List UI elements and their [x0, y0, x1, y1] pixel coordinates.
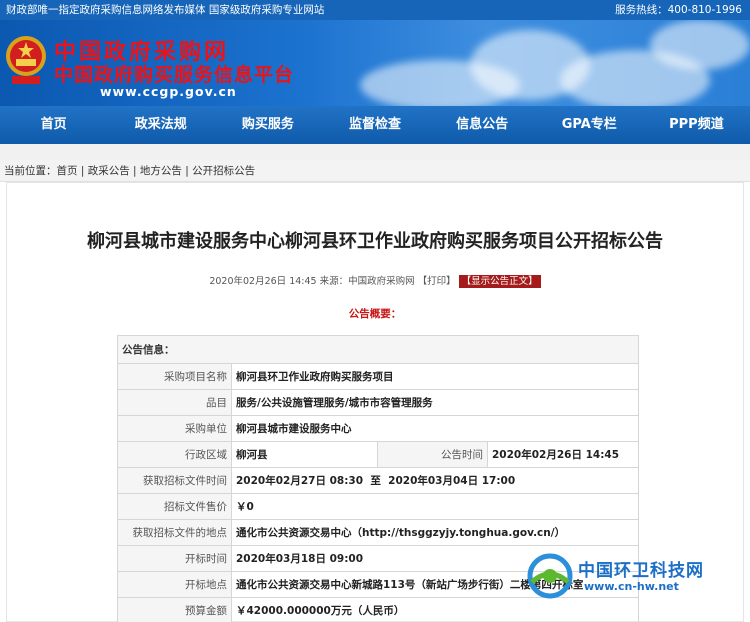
- value-category: 服务/公共设施管理服务/城市市容管理服务: [231, 389, 639, 416]
- table-row: 获取招标文件的地点 通化市公共资源交易中心（http://thsggzyjy.t…: [117, 519, 639, 546]
- nav-announcements[interactable]: 信息公告: [429, 106, 536, 144]
- value-doc-price: ￥0: [231, 493, 639, 520]
- table-row: 采购单位 柳河县城市建设服务中心: [117, 415, 639, 442]
- nav-purchase-services[interactable]: 购买服务: [214, 106, 321, 144]
- table-row: 采购项目名称 柳河县环卫作业政府购买服务项目: [117, 363, 639, 390]
- label-publish-time: 公告时间: [377, 441, 488, 468]
- table-row: 招标文件售价 ￥0: [117, 493, 639, 520]
- article-meta: 2020年02月26日 14:45 来源：中国政府采购网 【打印】 【显示公告正…: [7, 273, 743, 288]
- service-hotline: 服务热线：400-810-1996: [615, 4, 742, 16]
- label-budget: 预算金额: [117, 597, 232, 622]
- nav-ppp[interactable]: PPP频道: [643, 106, 750, 144]
- main-nav: 首页 政采法规 购买服务 监督检查 信息公告 GPA专栏 PPP频道: [0, 106, 750, 144]
- show-body-button[interactable]: 【显示公告正文】: [458, 275, 541, 288]
- table-row: 获取招标文件时间 2020年02月27日 08:30 至 2020年03月04日…: [117, 467, 639, 494]
- site-logo-subtitle: 中国政府购买服务信息平台: [54, 64, 295, 86]
- summary-label: 公告概要：: [348, 308, 402, 320]
- table-row: 品目 服务/公共设施管理服务/城市市容管理服务: [117, 389, 639, 416]
- site-banner: 中国政府采购网 中国政府购买服务信息平台 www.ccgp.gov.cn: [0, 20, 750, 106]
- globe-logo-icon: [527, 553, 573, 599]
- nav-supervision[interactable]: 监督检查: [321, 106, 428, 144]
- label-purchaser: 采购单位: [117, 415, 232, 442]
- label-doc-price: 招标文件售价: [117, 493, 232, 520]
- top-slogan: 财政部唯一指定政府采购信息网络发布媒体 国家级政府采购专业网站: [6, 4, 325, 16]
- value-doc-place[interactable]: 通化市公共资源交易中心（http://thsggzyjy.tonghua.gov…: [231, 519, 639, 546]
- page-title: 柳河县城市建设服务中心柳河县环卫作业政府购买服务项目公开招标公告: [87, 231, 663, 252]
- label-open-time: 开标时间: [117, 545, 232, 572]
- value-project-name: 柳河县环卫作业政府购买服务项目: [231, 363, 639, 390]
- value-purchaser: 柳河县城市建设服务中心: [231, 415, 639, 442]
- label-category: 品目: [117, 389, 232, 416]
- nav-home[interactable]: 首页: [0, 106, 107, 144]
- national-emblem-icon: [6, 36, 46, 84]
- info-header: 公告信息：: [117, 335, 639, 364]
- label-project-name: 采购项目名称: [117, 363, 232, 390]
- watermark-url: www.cn-hw.net: [584, 580, 679, 593]
- value-publish-time: 2020年02月26日 14:45: [487, 441, 639, 468]
- label-open-place: 开标地点: [117, 571, 232, 598]
- label-doc-place: 获取招标文件的地点: [117, 519, 232, 546]
- site-url: www.ccgp.gov.cn: [100, 84, 237, 99]
- value-region: 柳河县: [231, 441, 378, 468]
- label-doc-time: 获取招标文件时间: [117, 467, 232, 494]
- watermark: 中国环卫科技网 www.cn-hw.net: [526, 552, 736, 602]
- nav-gpa[interactable]: GPA专栏: [536, 106, 643, 144]
- spacer: [0, 144, 750, 160]
- table-row: 公告信息：: [117, 335, 639, 364]
- label-region: 行政区域: [117, 441, 232, 468]
- top-info-bar: 财政部唯一指定政府采购信息网络发布媒体 国家级政府采购专业网站 服务热线：400…: [0, 0, 750, 20]
- value-doc-time: 2020年02月27日 08:30 至 2020年03月04日 17:00: [231, 467, 639, 494]
- table-row: 行政区域 柳河县 公告时间 2020年02月26日 14:45: [117, 441, 639, 468]
- watermark-name: 中国环卫科技网: [578, 561, 704, 581]
- nav-regulations[interactable]: 政采法规: [107, 106, 214, 144]
- meta-text: 2020年02月26日 14:45 来源：中国政府采购网 【打印】: [209, 276, 456, 287]
- breadcrumb[interactable]: 当前位置：首页 | 政采公告 | 地方公告 | 公开招标公告: [0, 160, 750, 182]
